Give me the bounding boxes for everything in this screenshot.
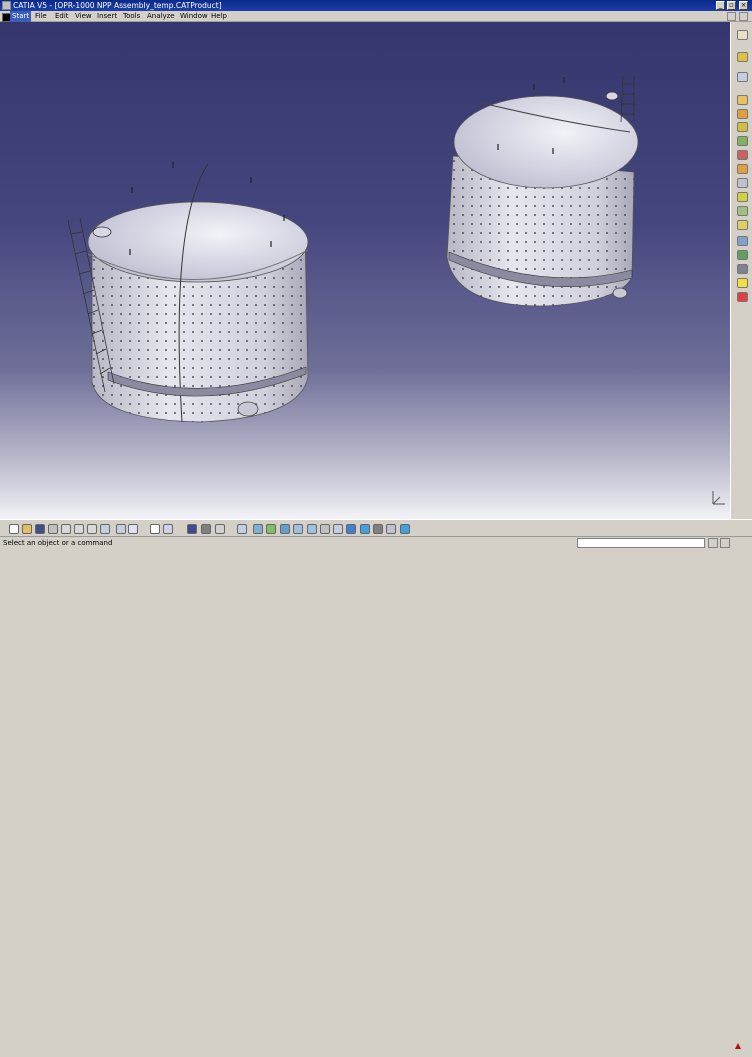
3d-viewport[interactable] [0, 22, 730, 519]
redo-icon[interactable] [116, 524, 126, 534]
multi-view-icon[interactable] [333, 524, 343, 534]
menu-tools[interactable]: Tools [123, 11, 140, 22]
graph-tree-icon[interactable] [737, 122, 748, 132]
open-icon[interactable] [22, 524, 32, 534]
fix-component-icon[interactable] [737, 264, 748, 274]
title-bar: CATIA V5 - [OPR-1000 NPP Assembly_temp.C… [0, 0, 752, 11]
manipulation-icon[interactable] [737, 150, 748, 160]
axis-compass-icon[interactable] [705, 486, 729, 510]
rotate-icon[interactable] [280, 524, 290, 534]
menu-window[interactable]: Window [180, 11, 208, 22]
right-tank-ladder [620, 75, 635, 123]
left-tank[interactable] [67, 162, 309, 423]
bottom-toolbar [0, 519, 752, 1049]
minimize-button[interactable]: _ [716, 1, 725, 10]
doc-close-button[interactable] [739, 12, 748, 21]
measure-icon[interactable] [201, 524, 211, 534]
menu-edit[interactable]: Edit [55, 11, 69, 22]
update-icon[interactable] [737, 278, 748, 288]
toolbar-grip-icon[interactable] [737, 30, 748, 40]
catia-logo-icon [735, 1043, 741, 1049]
stop-manipulate-icon[interactable] [737, 192, 748, 202]
pan-icon[interactable] [266, 524, 276, 534]
offset-constraint-icon[interactable] [737, 236, 748, 246]
close-button[interactable]: × [739, 1, 748, 10]
angle-constraint-icon[interactable] [737, 250, 748, 260]
menu-insert[interactable]: Insert [97, 11, 117, 22]
catalog-icon[interactable] [187, 524, 197, 534]
doc-restore-button[interactable] [727, 12, 736, 21]
window-title: CATIA V5 - [OPR-1000 NPP Assembly_temp.C… [13, 1, 222, 10]
restore-button[interactable]: ▫ [727, 1, 736, 10]
fly-mode-icon[interactable] [237, 524, 247, 534]
command-cancel-button[interactable] [708, 538, 718, 548]
catia-app-icon[interactable] [2, 1, 11, 10]
replace-component-icon[interactable] [737, 109, 748, 119]
product-structure-icon[interactable] [737, 52, 748, 62]
right-tank[interactable] [446, 75, 639, 307]
power-input-field[interactable] [577, 538, 705, 548]
render-icon[interactable] [400, 524, 410, 534]
cut-icon[interactable] [61, 524, 71, 534]
paste-icon[interactable] [87, 524, 97, 534]
menu-analyze[interactable]: Analyze [147, 11, 175, 22]
catia-logo [727, 1041, 749, 1055]
clash-analysis-icon[interactable] [737, 292, 748, 302]
undo-icon[interactable] [100, 524, 110, 534]
menu-help[interactable]: Help [211, 11, 227, 22]
menu-file[interactable]: File [35, 11, 47, 22]
shading-icon[interactable] [360, 524, 370, 534]
copy-icon[interactable] [74, 524, 84, 534]
menu-bar: Start File Edit View Insert Tools Analyz… [0, 11, 752, 22]
whats-this-icon[interactable] [128, 524, 138, 534]
zoom-out-icon[interactable] [307, 524, 317, 534]
section-icon[interactable] [215, 524, 225, 534]
print-icon[interactable] [48, 524, 58, 534]
existing-component-icon[interactable] [737, 95, 748, 105]
menu-view[interactable]: View [75, 11, 92, 22]
save-icon[interactable] [35, 524, 45, 534]
knowledge-icon[interactable] [163, 524, 173, 534]
snap-icon[interactable] [737, 164, 748, 174]
new-icon[interactable] [9, 524, 19, 534]
tank-model-scene [67, 75, 639, 423]
zoom-in-icon[interactable] [293, 524, 303, 534]
hide-show-icon[interactable] [373, 524, 383, 534]
generate-numbering-icon[interactable] [737, 136, 748, 146]
status-message: Select an object or a command [3, 539, 113, 547]
menu-start[interactable]: Start [10, 11, 32, 22]
quick-view-icon[interactable] [346, 524, 356, 534]
normal-view-icon[interactable] [320, 524, 330, 534]
right-toolbar [730, 22, 752, 519]
formula-icon[interactable] [150, 524, 160, 534]
command-ok-button[interactable] [720, 538, 730, 548]
new-component-icon[interactable] [737, 72, 748, 82]
fit-all-icon[interactable] [253, 524, 263, 534]
coincidence-constraint-icon[interactable] [737, 206, 748, 216]
swap-space-icon[interactable] [386, 524, 396, 534]
contact-constraint-icon[interactable] [737, 220, 748, 230]
status-bar: Select an object or a command [0, 536, 752, 549]
explode-icon[interactable] [737, 178, 748, 188]
